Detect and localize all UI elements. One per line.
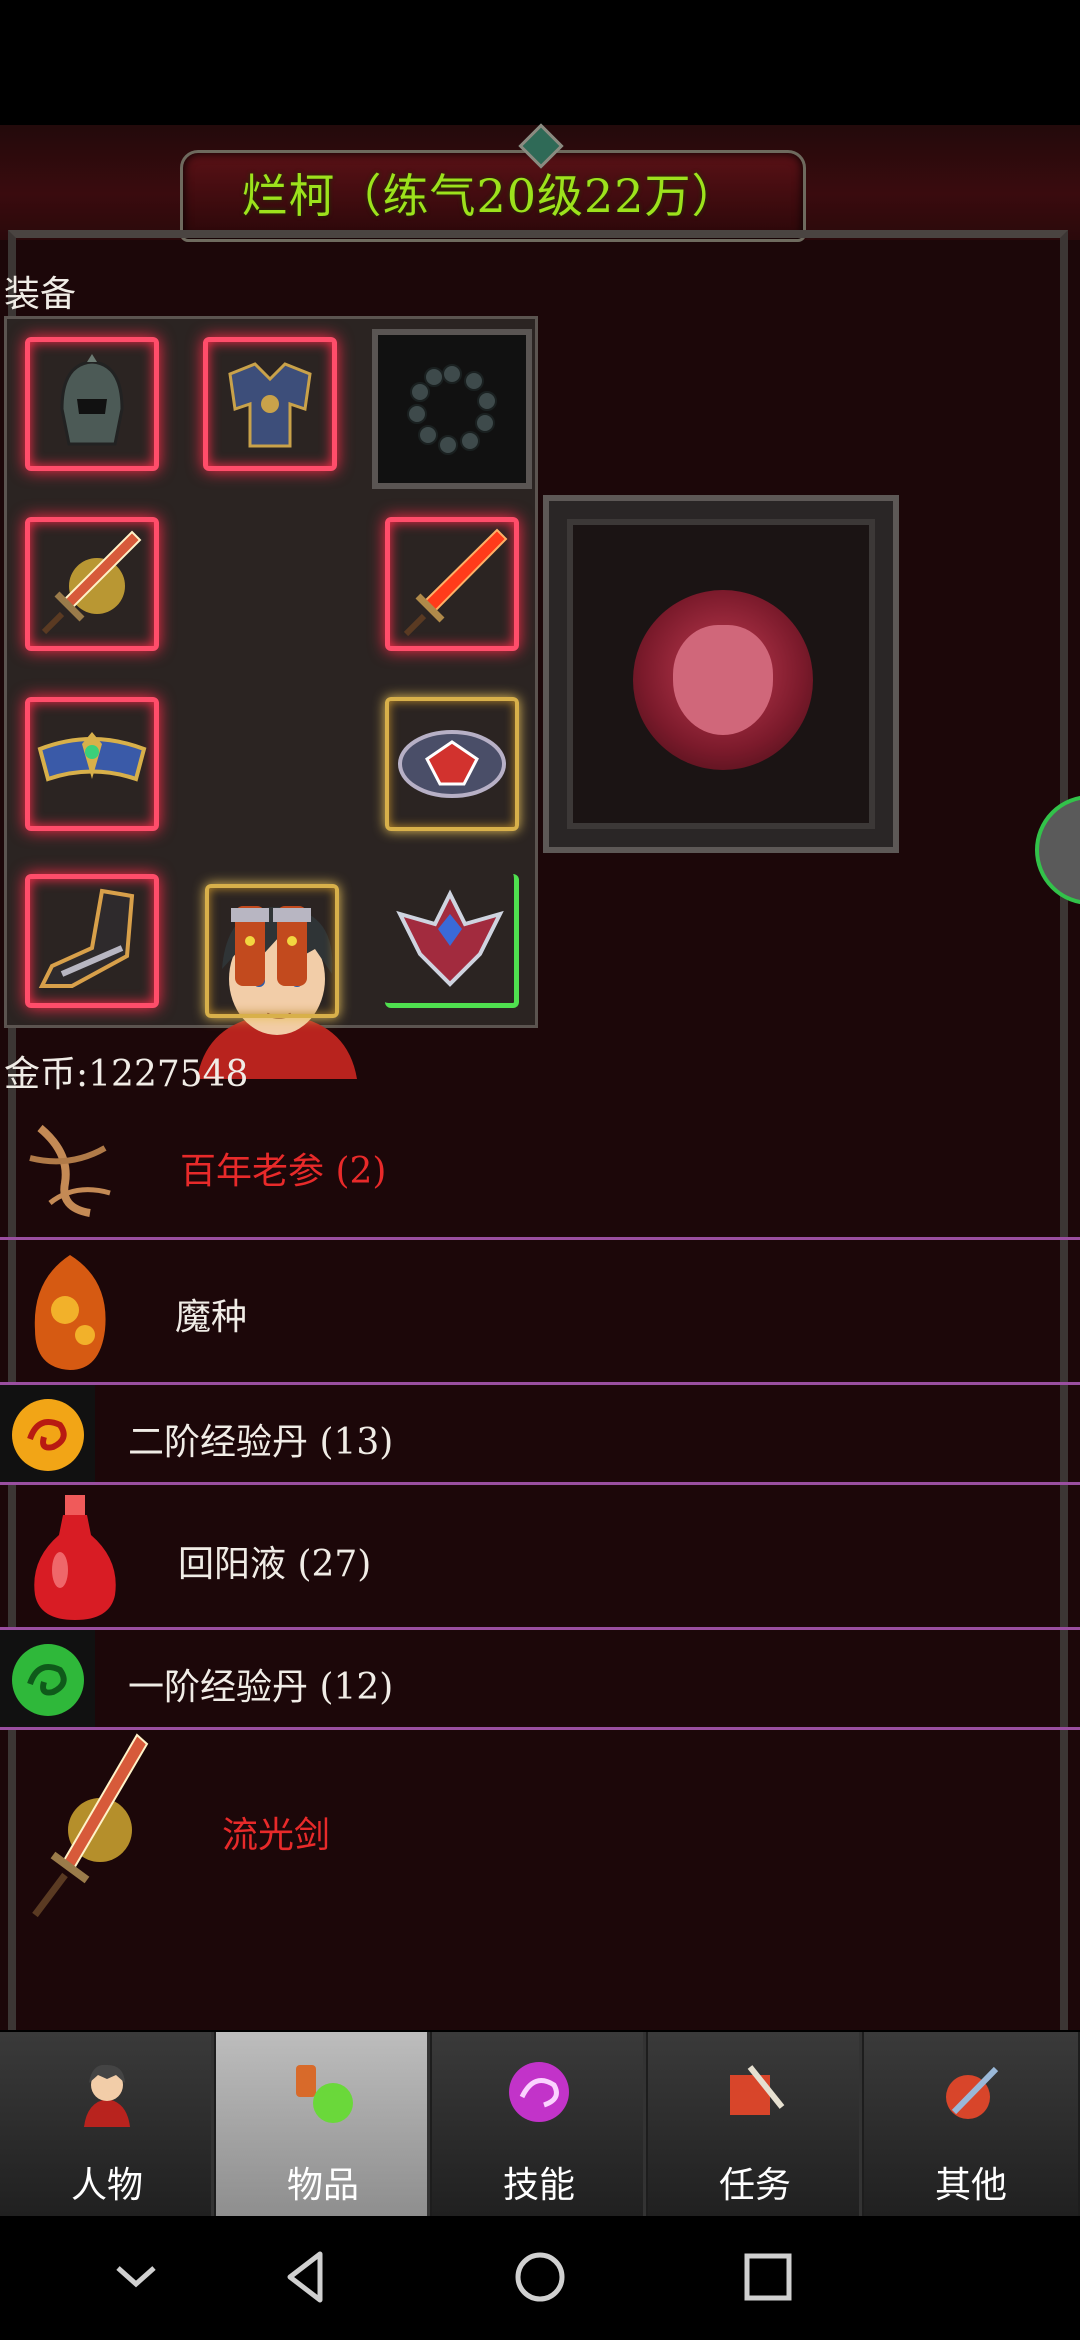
tiger-face <box>673 625 773 735</box>
boots-slot[interactable] <box>25 874 159 1008</box>
greaves-icon <box>231 906 311 986</box>
emblem-slot[interactable] <box>385 874 519 1008</box>
tab-skills[interactable]: 技能 <box>432 2032 646 2216</box>
helmet-slot[interactable] <box>25 337 159 471</box>
bracer-slot[interactable] <box>385 697 519 831</box>
ginseng-icon <box>29 1124 111 1217</box>
item-name: 二阶经验丹 (13) <box>128 1422 394 1463</box>
boot-icon <box>38 888 135 988</box>
bracer-icon <box>398 730 506 798</box>
chevron-down-icon[interactable] <box>103 2244 169 2310</box>
tab-label: 人物 <box>70 2165 143 2206</box>
tab-label: 物品 <box>286 2165 359 2206</box>
belt-icon <box>37 732 147 782</box>
quests-tab-icon <box>730 2065 785 2115</box>
home-icon[interactable] <box>507 2244 573 2310</box>
potion-red-icon <box>34 1495 116 1620</box>
skills-tab-icon <box>509 2062 569 2122</box>
back-icon[interactable] <box>276 2244 342 2310</box>
items-tab-icon <box>296 2065 353 2123</box>
sword-icon <box>41 530 142 635</box>
item-name: 流光剑 <box>222 1815 331 1856</box>
gold-amount: 金币:1227548 <box>4 1054 249 1095</box>
armor-icon <box>228 362 312 448</box>
recents-icon[interactable] <box>735 2244 801 2310</box>
inventory-item[interactable]: 魔种 <box>0 1240 1080 1385</box>
tab-character[interactable]: 人物 <box>0 2032 214 2216</box>
pet-slot[interactable] <box>543 495 899 853</box>
emblem-icon <box>395 889 504 987</box>
tab-other[interactable]: 其他 <box>864 2032 1078 2216</box>
item-name: 百年老参 (2) <box>180 1151 387 1192</box>
other-tab-icon <box>946 2066 999 2119</box>
pet-frame <box>567 519 875 829</box>
belt-slot[interactable] <box>25 697 159 831</box>
character-title: 烂柯（练气20级22万） <box>241 169 739 223</box>
tab-quests[interactable]: 任务 <box>648 2032 862 2216</box>
tab-items[interactable]: 物品 <box>216 2032 430 2216</box>
flame-sword-icon <box>403 528 508 637</box>
item-name: 回阳液 (27) <box>178 1544 372 1585</box>
tiger-medal-icon <box>633 590 813 770</box>
equipment-grid <box>4 316 538 1079</box>
character-tab-icon <box>84 2064 130 2127</box>
item-name: 魔种 <box>175 1297 248 1338</box>
status-bar <box>0 0 1080 125</box>
tab-label: 其他 <box>934 2165 1007 2206</box>
tab-label: 技能 <box>502 2165 575 2206</box>
inventory-item[interactable]: 一阶经验丹 (12) <box>0 1630 1080 1730</box>
item-name: 一阶经验丹 (12) <box>128 1667 394 1708</box>
helmet-icon <box>60 354 124 446</box>
sword-icon <box>32 1733 149 1918</box>
demon-seed-icon <box>34 1255 106 1370</box>
inventory-item[interactable]: 流光剑 <box>0 1730 1080 1930</box>
weapon-right-slot[interactable] <box>385 517 519 651</box>
equipment-label: 装备 <box>4 274 77 315</box>
bead-necklace-icon <box>407 364 497 455</box>
system-nav-bar <box>0 2216 1080 2340</box>
inventory-item[interactable]: 回阳液 (27) <box>0 1485 1080 1630</box>
inventory-item[interactable]: 二阶经验丹 (13) <box>0 1385 1080 1485</box>
necklace-slot[interactable] <box>372 329 532 489</box>
greaves-slot[interactable] <box>205 884 339 1018</box>
tab-label: 任务 <box>718 2165 791 2206</box>
exp-pill-green-icon <box>12 1644 84 1716</box>
exp-pill-gold-icon <box>12 1399 84 1471</box>
inventory-item[interactable]: 百年老参 (2) <box>0 1095 1080 1240</box>
weapon-left-slot[interactable] <box>25 517 159 651</box>
armor-slot[interactable] <box>203 337 337 471</box>
bottom-tab-bar: 人物 物品 技能 任务 其他 <box>0 2032 1080 2216</box>
